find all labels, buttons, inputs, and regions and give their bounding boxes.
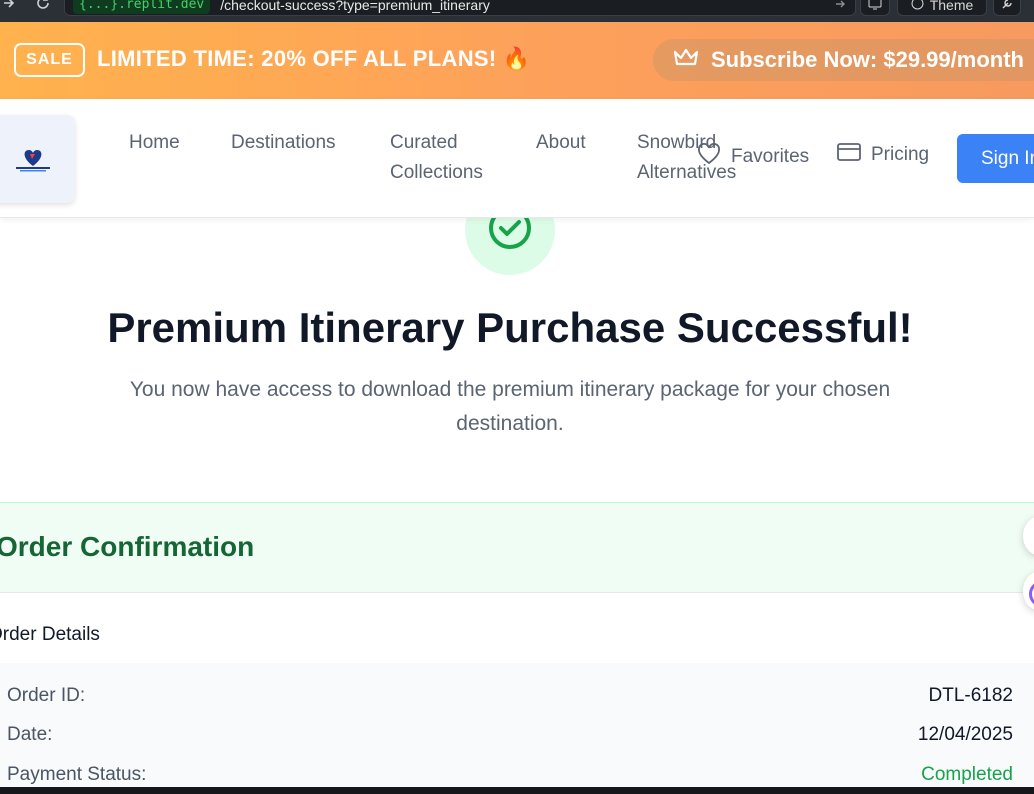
page-subtitle: You now have access to download the prem… (129, 378, 891, 435)
bottom-edge (0, 787, 1034, 794)
sale-text: LIMITED TIME: 20% OFF ALL PLANS! 🔥 (97, 46, 531, 71)
crown-icon (673, 47, 699, 73)
favorites-link[interactable]: Favorites (697, 143, 809, 171)
url-host: {...}.replit.dev (73, 0, 211, 14)
go-arrow-icon[interactable] (835, 0, 847, 13)
order-details-table: Order ID: DTL-6182 Date: 12/04/2025 Paym… (0, 663, 1034, 787)
nav-home[interactable]: Home (129, 128, 180, 158)
theme-label: Theme (929, 0, 974, 13)
checkout-success-content: Premium Itinerary Purchase Successful! Y… (0, 218, 1034, 787)
order-id-value: DTL-6182 (928, 685, 1014, 706)
site-logo[interactable] (0, 115, 75, 203)
check-circle-icon (487, 218, 533, 256)
favorites-label: Favorites (731, 146, 810, 167)
pricing-label: Pricing (871, 144, 930, 165)
payment-status-value: Completed (921, 764, 1013, 785)
theme-button[interactable]: Theme (897, 0, 987, 16)
order-id-row: Order ID: DTL-6182 (7, 685, 1013, 707)
nav-destinations[interactable]: Destinations (231, 128, 336, 158)
order-date-value: 12/04/2025 (917, 724, 1013, 745)
url-path: /checkout-success?type=premium_itinerary (220, 0, 490, 13)
payment-status-label: Payment Status: (7, 764, 147, 785)
payment-status-row: Payment Status: Completed (7, 764, 1013, 786)
sign-in-button[interactable]: Sign In (957, 134, 1034, 183)
pricing-link[interactable]: Pricing (837, 143, 929, 167)
nav-curated-collections[interactable]: Curated Collections (390, 128, 510, 188)
order-date-row: Date: 12/04/2025 (7, 724, 1013, 746)
credit-card-icon (837, 143, 861, 167)
subscribe-label: Subscribe Now: $29.99/month (711, 47, 1024, 72)
forward-arrow-icon[interactable] (0, 0, 18, 12)
sale-badge: SALE (14, 43, 85, 77)
url-bar[interactable]: {...}.replit.dev /checkout-success?type=… (64, 0, 856, 16)
success-badge (465, 218, 555, 275)
order-details-heading: Order Details (0, 624, 100, 645)
order-date-label: Date: (7, 724, 53, 745)
palette-icon (911, 0, 924, 13)
order-confirmation-title: Order Confirmation (0, 531, 255, 562)
browser-toolbar: {...}.replit.dev /checkout-success?type=… (0, 0, 1034, 22)
heart-icon (697, 143, 721, 171)
order-confirmation-header: Order Confirmation (0, 502, 1034, 593)
page-title: Premium Itinerary Purchase Successful! (107, 304, 913, 351)
tools-button[interactable] (993, 0, 1021, 16)
monitor-icon (868, 0, 882, 13)
wrench-icon (1001, 0, 1013, 13)
sale-banner: SALE LIMITED TIME: 20% OFF ALL PLANS! 🔥 … (0, 22, 1034, 99)
order-id-label: Order ID: (7, 685, 86, 706)
subscribe-button[interactable]: Subscribe Now: $29.99/month (653, 39, 1034, 81)
nav-about[interactable]: About (536, 128, 586, 158)
devices-button[interactable] (860, 0, 890, 16)
main-navigation: Home Destinations Curated Collections Ab… (0, 99, 1034, 218)
reload-icon[interactable] (34, 0, 52, 12)
